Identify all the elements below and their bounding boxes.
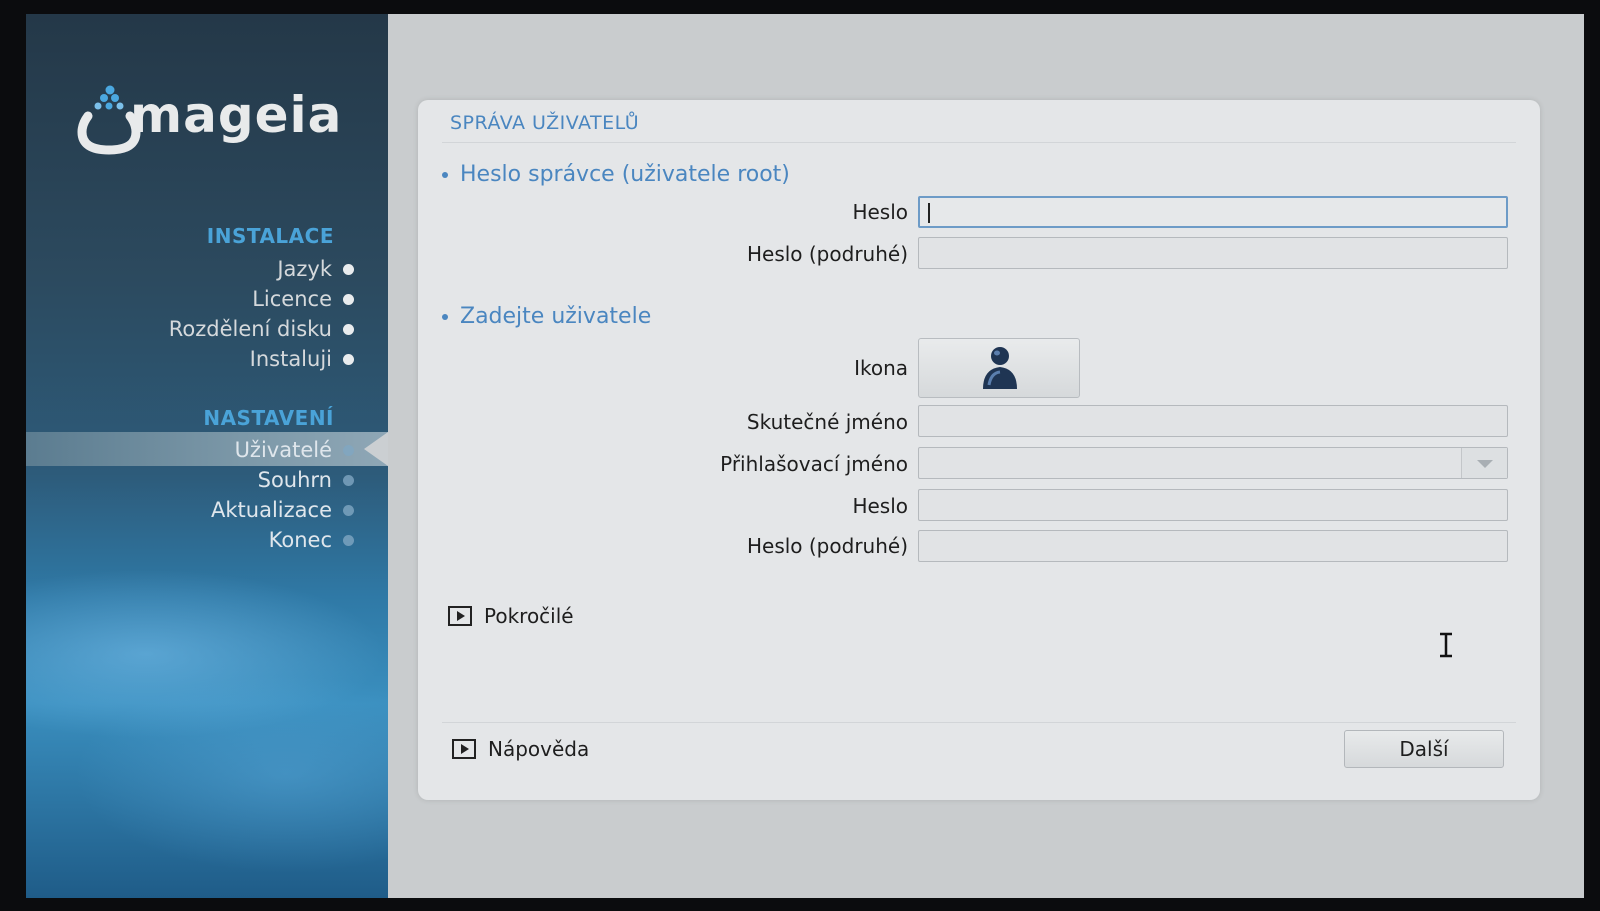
real-name-label: Skutečné jméno <box>746 410 908 434</box>
help-expander[interactable]: Nápověda <box>452 737 589 761</box>
status-dot-icon <box>343 264 354 275</box>
status-dot-icon <box>343 324 354 335</box>
chevron-down-icon[interactable] <box>1461 448 1507 478</box>
footer-divider <box>442 722 1516 723</box>
nav-item-label: Souhrn <box>257 468 332 492</box>
status-dot-icon <box>343 294 354 305</box>
nav-active-highlight <box>26 432 388 466</box>
bullet-icon <box>442 172 448 178</box>
expand-arrow-icon <box>452 738 476 759</box>
status-dot-icon <box>343 505 354 516</box>
page-title: SPRÁVA UŽIVATELŮ <box>450 112 640 134</box>
real-name-field[interactable] <box>918 405 1508 437</box>
status-dot-icon <box>343 445 354 456</box>
root-password-heading-text: Heslo správce (uživatele root) <box>460 162 790 187</box>
login-name-combo[interactable] <box>918 447 1508 479</box>
nav-section-configuration: NASTAVENÍ <box>203 406 334 430</box>
status-dot-icon <box>343 535 354 546</box>
expand-arrow-icon <box>448 605 472 626</box>
user-password-confirm-field[interactable] <box>918 530 1508 562</box>
login-name-label: Přihlašovací jméno <box>720 452 908 476</box>
nav-section-installation: INSTALACE <box>206 224 334 248</box>
root-password-label: Heslo <box>852 200 908 224</box>
nav-item-finish: Konec <box>268 525 354 555</box>
advanced-expander[interactable]: Pokročilé <box>448 604 574 628</box>
sidebar: mageia INSTALACE Jazyk Licence Rozdělení… <box>26 14 388 898</box>
status-dot-icon <box>343 475 354 486</box>
nav-item-language: Jazyk <box>277 254 354 284</box>
logo-text: mageia <box>130 86 343 144</box>
advanced-label: Pokročilé <box>484 604 574 628</box>
user-avatar-icon <box>983 347 1017 389</box>
root-password-confirm-label: Heslo (podruhé) <box>746 242 908 266</box>
nav-item-label: Konec <box>268 528 332 552</box>
nav-item-label: Jazyk <box>277 257 332 281</box>
root-password-confirm-field[interactable] <box>918 237 1508 269</box>
installer-screen: mageia INSTALACE Jazyk Licence Rozdělení… <box>26 14 1584 898</box>
nav-item-updates: Aktualizace <box>211 495 354 525</box>
user-entry-heading-text: Zadejte uživatele <box>460 304 652 329</box>
text-cursor-icon <box>1440 632 1452 658</box>
bullet-icon <box>442 314 448 320</box>
nav-item-users: Uživatelé <box>234 435 354 465</box>
user-password-confirm-label: Heslo (podruhé) <box>746 534 908 558</box>
user-password-field[interactable] <box>918 489 1508 521</box>
help-label: Nápověda <box>488 737 590 761</box>
user-entry-heading: Zadejte uživatele <box>442 304 651 329</box>
user-icon-button[interactable] <box>918 338 1080 398</box>
text-caret <box>928 203 930 223</box>
icon-label: Ikona <box>854 356 908 380</box>
nav-item-installing: Instaluji <box>249 344 354 374</box>
user-management-panel: SPRÁVA UŽIVATELŮ Heslo správce (uživatel… <box>418 100 1540 800</box>
nav-item-label: Rozdělení disku <box>168 317 332 341</box>
nav-item-label: Aktualizace <box>211 498 332 522</box>
nav-item-label: Licence <box>252 287 332 311</box>
root-password-heading: Heslo správce (uživatele root) <box>442 162 790 187</box>
root-password-field[interactable] <box>918 196 1508 228</box>
nav-item-label: Instaluji <box>249 347 332 371</box>
title-divider <box>442 142 1516 143</box>
nav-item-label: Uživatelé <box>234 438 332 462</box>
nav-item-summary: Souhrn <box>257 465 354 495</box>
nav-item-disk-partitioning: Rozdělení disku <box>168 314 354 344</box>
user-password-label: Heslo <box>852 494 908 518</box>
next-button[interactable]: Další <box>1344 730 1504 768</box>
status-dot-icon <box>343 354 354 365</box>
nav-item-license: Licence <box>252 284 354 314</box>
